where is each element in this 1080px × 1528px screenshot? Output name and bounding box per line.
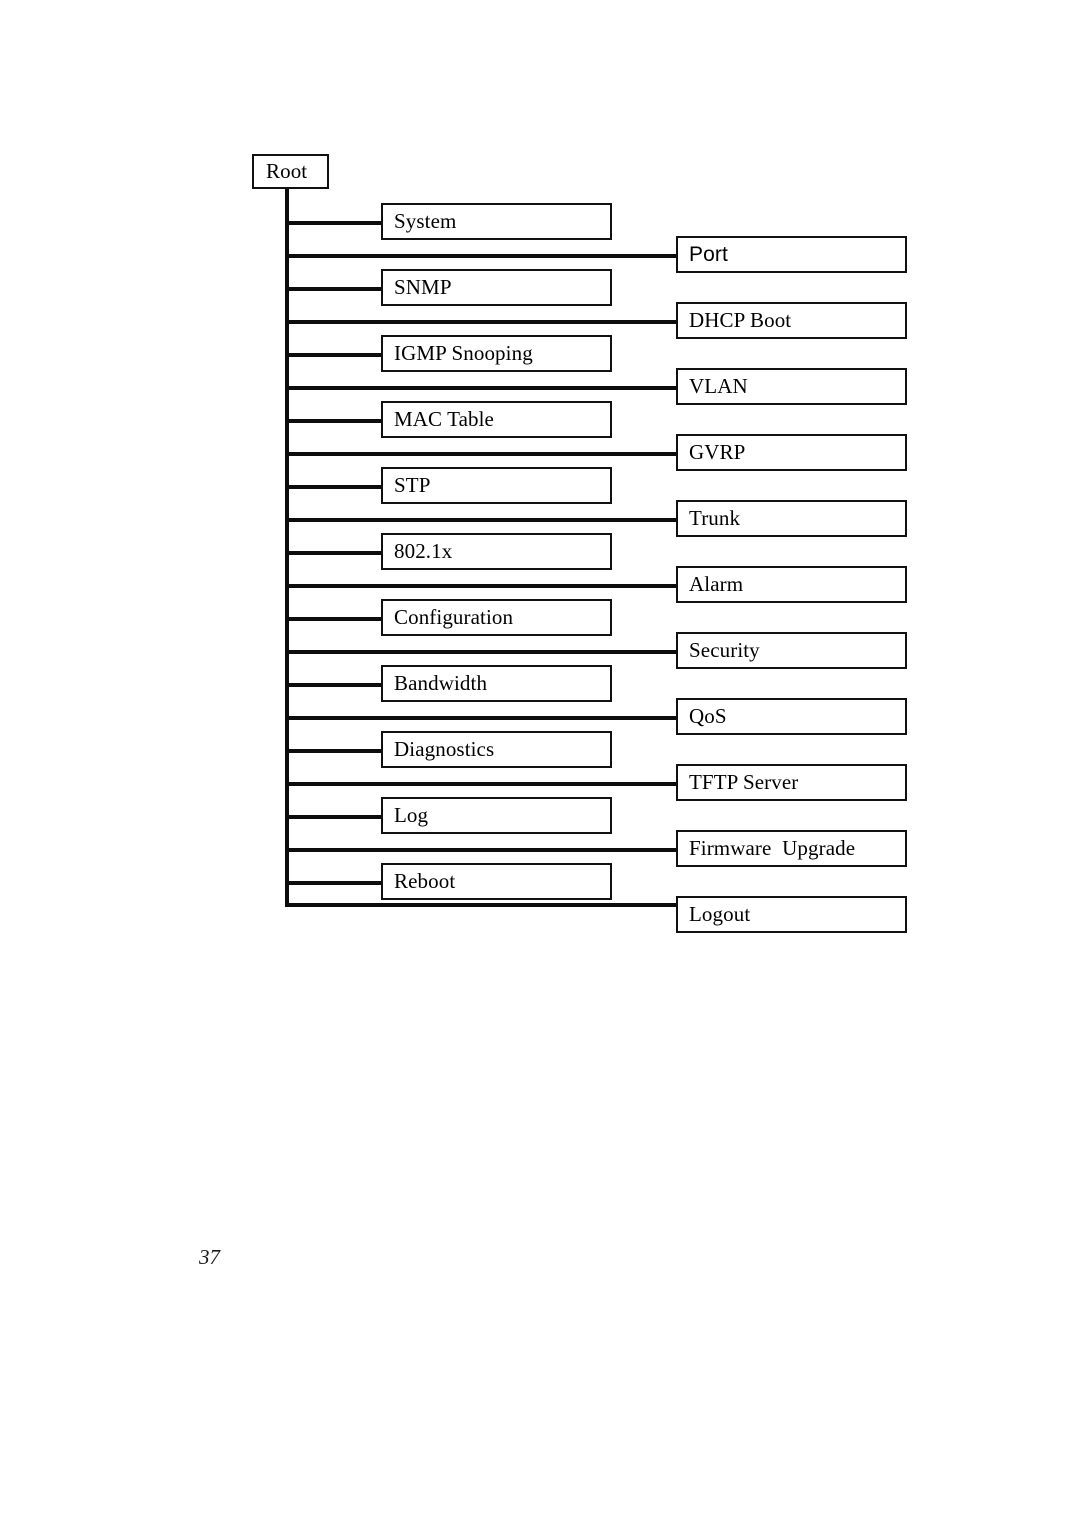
node-trunk[interactable]: Trunk <box>676 500 907 537</box>
node-port[interactable]: Port <box>676 236 907 273</box>
node-stp[interactable]: STP <box>381 467 612 504</box>
connector-system <box>285 221 383 225</box>
connector-stp <box>285 485 383 489</box>
node-root-label: Root <box>266 159 308 183</box>
node-qos[interactable]: QoS <box>676 698 907 735</box>
node-mac-table-label: MAC Table <box>394 407 494 431</box>
connector-diagnostics <box>285 749 383 753</box>
node-igmp-snooping[interactable]: IGMP Snooping <box>381 335 612 372</box>
connector-802-1x <box>285 551 383 555</box>
node-system[interactable]: System <box>381 203 612 240</box>
node-gvrp[interactable]: GVRP <box>676 434 907 471</box>
node-logout[interactable]: Logout <box>676 896 907 933</box>
node-snmp-label: SNMP <box>394 275 452 299</box>
node-alarm[interactable]: Alarm <box>676 566 907 603</box>
node-security[interactable]: Security <box>676 632 907 669</box>
connector-bandwidth <box>285 683 383 687</box>
node-802-1x[interactable]: 802.1x <box>381 533 612 570</box>
connector-mac-table <box>285 419 383 423</box>
node-root[interactable]: Root <box>252 154 329 189</box>
connector-gvrp <box>285 452 678 456</box>
page-number: 37 <box>199 1245 220 1269</box>
node-dhcp-boot-label: DHCP Boot <box>689 308 792 332</box>
node-port-label: Port <box>689 243 728 266</box>
node-vlan-label: VLAN <box>689 374 748 398</box>
connector-security <box>285 650 678 654</box>
connector-vlan <box>285 386 678 390</box>
connector-port <box>285 254 678 258</box>
document-page: Root System SNMP IGMP Snooping MAC Table… <box>0 0 1080 1528</box>
node-tftp-server-label: TFTP Server <box>689 770 799 794</box>
connector-qos <box>285 716 678 720</box>
node-gvrp-label: GVRP <box>689 440 746 464</box>
connector-dhcp-boot <box>285 320 678 324</box>
node-reboot[interactable]: Reboot <box>381 863 612 900</box>
node-bandwidth-label: Bandwidth <box>394 671 488 695</box>
node-vlan[interactable]: VLAN <box>676 368 907 405</box>
node-dhcp-boot[interactable]: DHCP Boot <box>676 302 907 339</box>
node-log[interactable]: Log <box>381 797 612 834</box>
node-firmware-upgrade-label: Firmware Upgrade <box>689 836 856 860</box>
node-802-1x-label: 802.1x <box>394 539 453 563</box>
node-logout-label: Logout <box>689 902 751 926</box>
connector-configuration <box>285 617 383 621</box>
node-tftp-server[interactable]: TFTP Server <box>676 764 907 801</box>
connector-log <box>285 815 383 819</box>
connector-reboot <box>285 881 383 885</box>
tree-trunk-line <box>285 188 289 907</box>
node-firmware-upgrade[interactable]: Firmware Upgrade <box>676 830 907 867</box>
node-diagnostics-label: Diagnostics <box>394 737 495 761</box>
node-security-label: Security <box>689 638 760 662</box>
node-configuration-label: Configuration <box>394 605 514 629</box>
node-bandwidth[interactable]: Bandwidth <box>381 665 612 702</box>
menu-tree-diagram: Root System SNMP IGMP Snooping MAC Table… <box>0 0 1080 960</box>
node-igmp-snooping-label: IGMP Snooping <box>394 341 533 365</box>
node-system-label: System <box>394 209 457 233</box>
connector-alarm <box>285 584 678 588</box>
connector-trunk <box>285 518 678 522</box>
connector-logout <box>285 903 678 907</box>
node-diagnostics[interactable]: Diagnostics <box>381 731 612 768</box>
node-mac-table[interactable]: MAC Table <box>381 401 612 438</box>
connector-igmp-snooping <box>285 353 383 357</box>
node-qos-label: QoS <box>689 704 727 728</box>
node-stp-label: STP <box>394 473 431 497</box>
connector-tftp-server <box>285 782 678 786</box>
node-configuration[interactable]: Configuration <box>381 599 612 636</box>
node-snmp[interactable]: SNMP <box>381 269 612 306</box>
node-trunk-label: Trunk <box>689 506 741 530</box>
connector-firmware-upgrade <box>285 848 678 852</box>
connector-snmp <box>285 287 383 291</box>
node-log-label: Log <box>394 803 429 827</box>
node-reboot-label: Reboot <box>394 869 456 893</box>
node-alarm-label: Alarm <box>689 572 744 596</box>
